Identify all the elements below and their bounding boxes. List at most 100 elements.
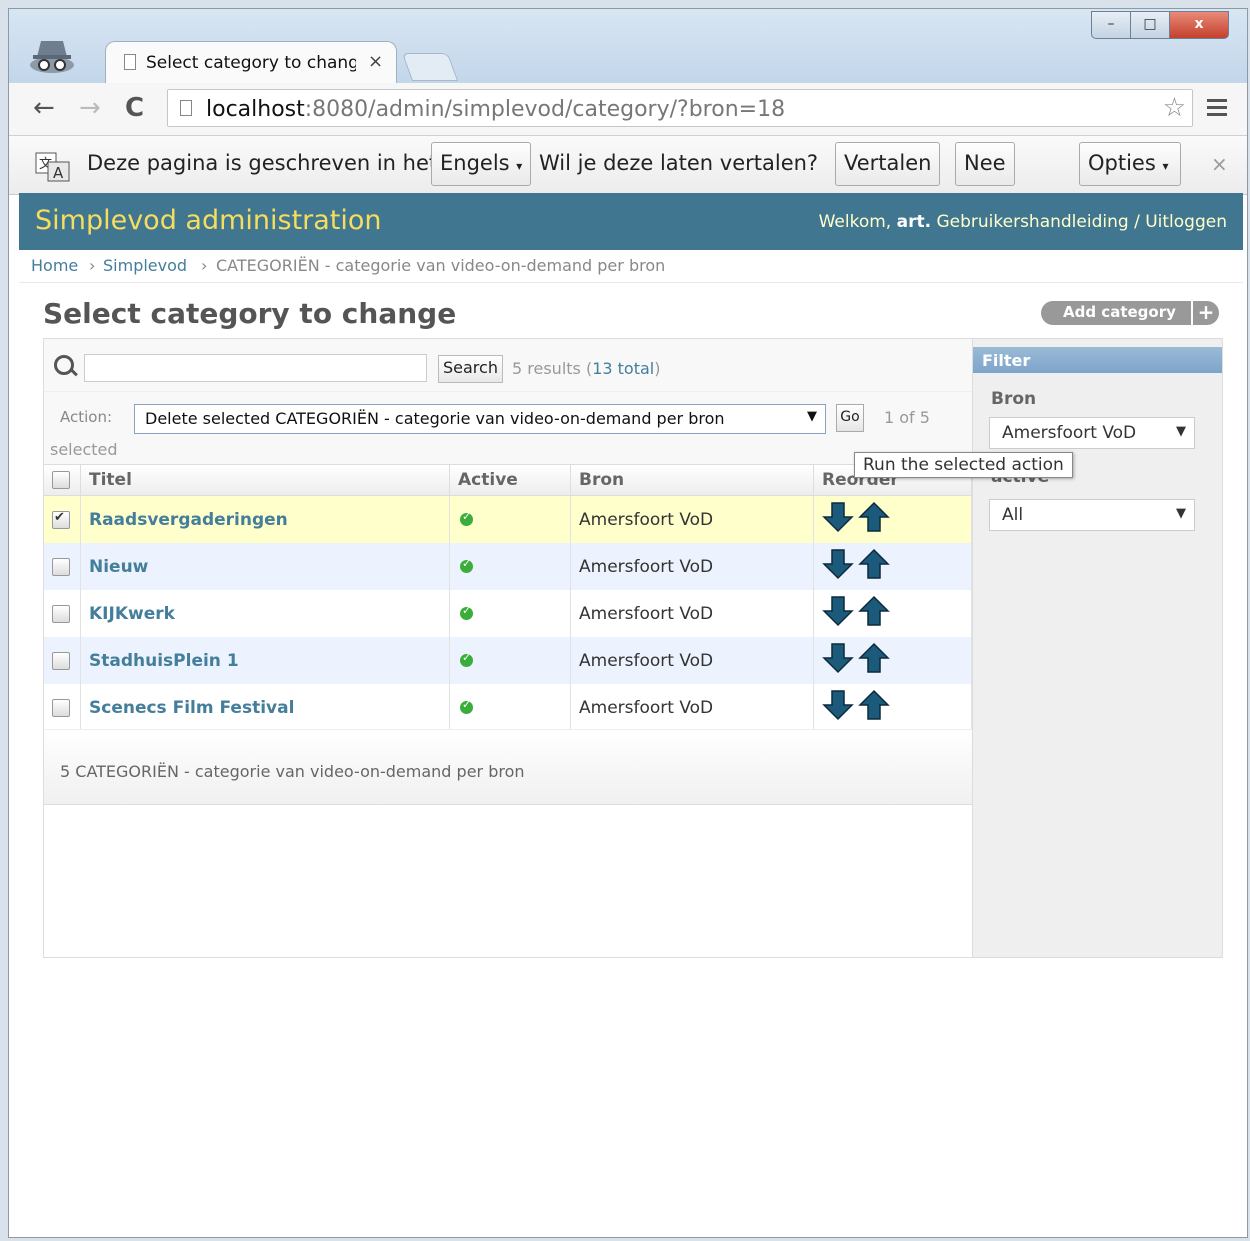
move-down-icon[interactable] — [822, 642, 854, 679]
logout-link[interactable]: Uitloggen — [1145, 212, 1227, 232]
row-checkbox[interactable] — [52, 604, 70, 623]
reorder-cell — [813, 684, 972, 731]
maximize-button[interactable]: □ — [1130, 11, 1170, 39]
row-select-cell — [44, 495, 81, 543]
browser-tab[interactable]: Select category to change × — [105, 41, 397, 83]
add-category-button[interactable]: Add category + — [1041, 301, 1219, 325]
select-all-checkbox[interactable] — [52, 471, 70, 489]
breadcrumb-home[interactable]: Home — [31, 256, 78, 275]
bron-cell: Amersfoort VoD — [570, 495, 814, 543]
filter-bron-label: Bron — [991, 389, 1037, 409]
title-cell: Raadsvergaderingen — [80, 495, 450, 543]
filter-bron-select[interactable]: Amersfoort VoD ▼ — [989, 417, 1195, 449]
dropdown-arrow-icon: ▼ — [1176, 506, 1186, 521]
category-link[interactable]: StadhuisPlein 1 — [89, 651, 239, 671]
filter-active-select[interactable]: All ▼ — [989, 499, 1195, 531]
column-header-titel[interactable]: Titel — [80, 465, 450, 496]
active-cell — [449, 495, 571, 543]
active-yes-icon — [460, 557, 473, 573]
reorder-cell — [813, 495, 972, 543]
category-link[interactable]: Nieuw — [89, 557, 148, 577]
options-dropdown[interactable]: Opties ▾ — [1079, 142, 1181, 186]
results-prefix: 5 results ( — [512, 359, 593, 378]
results-suffix: ) — [654, 359, 661, 378]
chrome-menu-icon[interactable] — [1207, 99, 1227, 120]
paginator: 5 CATEGORIËN - categorie van video-on-de… — [44, 729, 972, 805]
translate-bar: 文 A Deze pagina is geschreven in het Eng… — [9, 136, 1247, 195]
breadcrumb-app[interactable]: Simplevod — [103, 256, 187, 275]
category-link[interactable]: KIJKwerk — [89, 604, 175, 624]
select-all-header — [44, 465, 81, 496]
category-link[interactable]: Scenecs Film Festival — [89, 698, 294, 718]
move-up-icon[interactable] — [858, 548, 890, 585]
reorder-cell — [813, 543, 972, 590]
no-translate-button[interactable]: Nee — [955, 142, 1015, 186]
search-button[interactable]: Search — [438, 355, 503, 383]
column-header-active[interactable]: Active — [449, 465, 571, 496]
search-icon — [54, 355, 74, 375]
active-cell — [449, 543, 571, 590]
row-checkbox[interactable] — [52, 557, 70, 576]
row-checkbox[interactable] — [52, 698, 70, 717]
table-row: Scenecs Film Festival Amersfoort VoD — [44, 684, 972, 731]
move-down-icon[interactable] — [822, 501, 854, 538]
active-cell — [449, 684, 571, 731]
language-dropdown[interactable]: Engels ▾ — [431, 142, 532, 186]
bron-cell: Amersfoort VoD — [570, 637, 814, 684]
reload-icon[interactable]: C — [125, 93, 144, 123]
search-input[interactable] — [84, 354, 427, 382]
filter-active-value: All — [1002, 505, 1024, 525]
action-counter: 1 of 5 — [884, 408, 930, 427]
docs-link[interactable]: Gebruikershandleiding — [936, 212, 1128, 232]
options-label: Opties — [1088, 151, 1156, 175]
translate-message: Deze pagina is geschreven in het — [87, 151, 438, 175]
incognito-icon — [30, 41, 74, 73]
close-tab-icon[interactable]: × — [368, 51, 383, 72]
action-select[interactable]: Delete selected CATEGORIËN - categorie v… — [134, 404, 826, 434]
svg-text:A: A — [53, 164, 64, 182]
changelist: Search 5 results (13 total) Action: Dele… — [43, 338, 1223, 958]
bookmark-star-icon[interactable]: ☆ — [1163, 93, 1186, 123]
page-icon — [124, 54, 136, 70]
move-down-icon[interactable] — [822, 548, 854, 585]
move-up-icon[interactable] — [858, 689, 890, 726]
active-yes-icon — [460, 510, 473, 526]
move-up-icon[interactable] — [858, 501, 890, 538]
column-header-bron[interactable]: Bron — [570, 465, 814, 496]
move-up-icon[interactable] — [858, 642, 890, 679]
user-tools-separator: / — [1134, 212, 1140, 232]
actions-bar: Action: Delete selected CATEGORIËN - cat… — [44, 392, 972, 465]
language-value: Engels — [440, 151, 510, 175]
translate-button[interactable]: Vertalen — [835, 142, 941, 186]
url-host: localhost — [206, 97, 305, 122]
site-branding[interactable]: Simplevod administration — [35, 205, 382, 236]
new-tab-button[interactable] — [401, 53, 459, 81]
translate-icon: 文 A — [35, 152, 70, 182]
minimize-button[interactable]: – — [1091, 11, 1131, 39]
tab-title: Select category to change — [146, 53, 356, 73]
back-arrow-icon[interactable]: ← — [33, 93, 55, 123]
row-checkbox[interactable] — [52, 651, 70, 670]
total-results-link[interactable]: 13 total — [592, 359, 654, 378]
breadcrumb-separator: › — [89, 256, 96, 275]
user-tools: Welkom, art. Gebruikershandleiding / Uit… — [819, 212, 1227, 232]
address-bar[interactable]: localhost:8080/admin/simplevod/category/… — [167, 89, 1193, 127]
window-close-button[interactable]: x — [1169, 11, 1229, 39]
move-up-icon[interactable] — [858, 595, 890, 632]
title-cell: KIJKwerk — [80, 590, 450, 637]
move-down-icon[interactable] — [822, 689, 854, 726]
url-text[interactable]: localhost:8080/admin/simplevod/category/… — [206, 97, 785, 122]
filter-heading: Filter — [973, 347, 1222, 373]
table-row: KIJKwerk Amersfoort VoD — [44, 590, 972, 637]
reorder-cell — [813, 637, 972, 684]
caret-down-icon: ▾ — [1162, 159, 1169, 173]
admin-header: Simplevod administration Welkom, art. Ge… — [19, 193, 1243, 250]
close-translate-icon[interactable]: × — [1211, 152, 1228, 176]
category-link[interactable]: Raadsvergaderingen — [89, 510, 288, 530]
row-checkbox[interactable] — [52, 510, 70, 529]
active-cell — [449, 590, 571, 637]
dropdown-arrow-icon: ▼ — [807, 409, 817, 424]
move-down-icon[interactable] — [822, 595, 854, 632]
forward-arrow-icon[interactable]: → — [79, 93, 101, 123]
go-button[interactable]: Go — [836, 404, 864, 432]
